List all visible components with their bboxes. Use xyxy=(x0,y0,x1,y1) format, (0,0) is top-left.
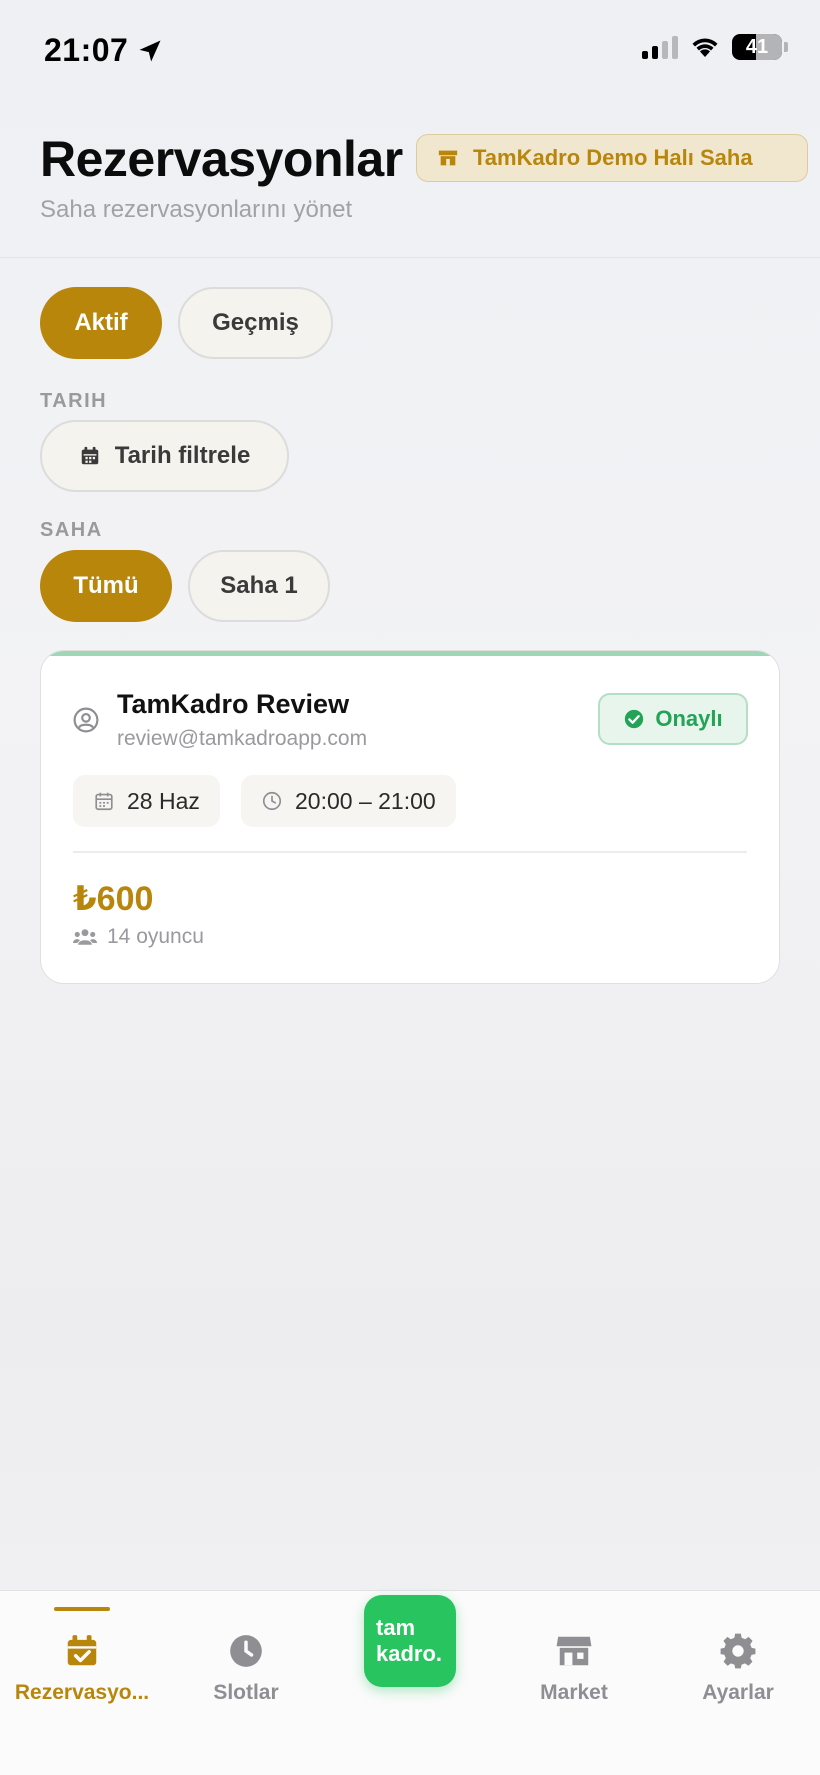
status-bar: 21:07 41 xyxy=(0,0,820,100)
tab-active[interactable]: Aktif xyxy=(40,287,162,359)
time-chip: 20:00 – 21:00 xyxy=(241,775,456,827)
calendar-outline-icon xyxy=(95,792,113,811)
page-subtitle: Saha rezervasyonlarını yönet xyxy=(40,196,353,223)
field-option-all[interactable]: Tümü xyxy=(40,550,172,622)
tab-settings-label: Ayarlar xyxy=(702,1681,774,1704)
clock-outline-icon xyxy=(262,791,282,811)
date-chip: 28 Haz xyxy=(73,775,220,827)
wifi-icon xyxy=(692,38,718,57)
reservation-card[interactable]: TamKadro Review review@tamkadroapp.com O… xyxy=(40,650,780,984)
date-section-label: TARIH xyxy=(40,390,108,412)
venue-selector-badge[interactable]: TamKadro Demo Halı Saha xyxy=(416,134,808,182)
clock-icon xyxy=(226,1631,266,1671)
users-icon xyxy=(73,929,97,945)
page-title: Rezervasyonlar xyxy=(40,131,403,187)
players-info: 14 oyuncu xyxy=(73,925,204,949)
customer-name: TamKadro Review xyxy=(117,689,350,719)
status-icons: 41 xyxy=(642,34,788,60)
field-section-label: SAHA xyxy=(40,519,103,541)
status-text: Onaylı xyxy=(655,706,723,731)
customer-email: review@tamkadroapp.com xyxy=(117,727,368,750)
store-icon xyxy=(554,1631,594,1671)
card-divider xyxy=(73,851,747,853)
logo-line-2: kadro. xyxy=(376,1641,443,1666)
date-filter-label: Tarih filtrele xyxy=(114,442,251,469)
tab-market[interactable]: Market xyxy=(492,1591,656,1711)
gear-icon xyxy=(718,1631,758,1671)
status-time-text: 21:07 xyxy=(44,32,129,68)
status-time: 21:07 xyxy=(44,32,164,69)
reservation-date: 28 Haz xyxy=(127,787,200,814)
store-icon xyxy=(438,150,458,166)
field-option-saha-1[interactable]: Saha 1 xyxy=(188,550,330,622)
tab-market-label: Market xyxy=(540,1681,608,1704)
check-circle-icon xyxy=(625,709,644,729)
date-filter-button[interactable]: Tarih filtrele xyxy=(40,420,289,492)
venue-name: TamKadro Demo Halı Saha xyxy=(473,145,753,170)
calendar-check-icon xyxy=(62,1631,102,1671)
bottom-tab-bar: Rezervasyo... Slotlar tam kadro. Market xyxy=(0,1590,820,1775)
tamkadro-logo-button[interactable]: tam kadro. xyxy=(364,1595,456,1687)
location-arrow-icon xyxy=(139,40,161,61)
tab-reservations-label: Rezervasyo... xyxy=(14,1681,150,1704)
tab-settings[interactable]: Ayarlar xyxy=(656,1591,820,1711)
tab-slots[interactable]: Slotlar xyxy=(164,1591,328,1711)
battery-icon: 41 xyxy=(732,34,782,60)
active-tab-indicator xyxy=(54,1607,110,1611)
status-badge: Onaylı xyxy=(598,693,748,745)
tab-history[interactable]: Geçmiş xyxy=(178,287,333,359)
calendar-icon xyxy=(81,446,98,465)
cellular-signal-icon xyxy=(642,35,678,59)
user-circle-icon xyxy=(73,707,99,733)
tab-reservations[interactable]: Rezervasyo... xyxy=(0,1591,164,1711)
reservation-time: 20:00 – 21:00 xyxy=(295,787,436,814)
players-count: 14 oyuncu xyxy=(107,925,204,948)
reservation-price: ₺600 xyxy=(73,880,154,918)
page-header: Rezervasyonlar Saha rezervasyonlarını yö… xyxy=(0,100,820,258)
logo-line-1: tam xyxy=(376,1615,416,1640)
battery-level: 41 xyxy=(745,35,769,58)
tab-slots-label: Slotlar xyxy=(213,1681,279,1704)
card-status-stripe xyxy=(41,651,779,656)
